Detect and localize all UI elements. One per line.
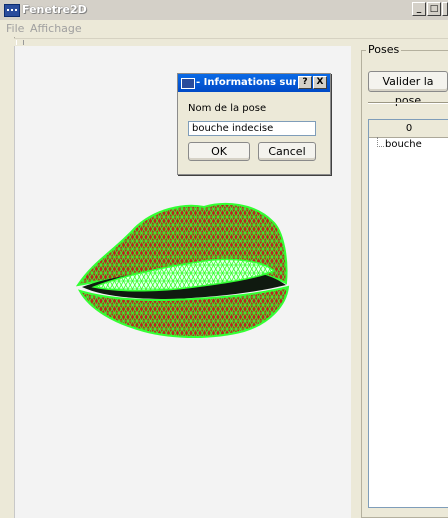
app-icon[interactable] [4, 4, 20, 17]
panel-splitter[interactable] [351, 46, 361, 518]
dialog-close-button[interactable]: X [313, 76, 327, 89]
pose-name-label: Nom de la pose [188, 103, 267, 114]
menu-file[interactable]: File [6, 22, 24, 35]
validate-pose-button[interactable]: Valider la pose [368, 71, 448, 107]
dialog-titlebar[interactable]: - Informations sur l... ? X [178, 74, 330, 92]
poses-legend: Poses [366, 43, 402, 56]
help-button[interactable]: ? [298, 76, 312, 89]
tree-item-bouche[interactable]: bouche [385, 139, 422, 150]
minimize-button[interactable]: _ [412, 2, 426, 16]
maximize-button[interactable]: □ [427, 2, 441, 16]
left-dock-strip [0, 37, 15, 518]
window-titlebar[interactable]: Fenetre2D _ □ [0, 0, 448, 21]
tree-branch-line [377, 137, 384, 147]
ok-button[interactable]: OK [188, 142, 250, 161]
pose-info-dialog: - Informations sur l... ? X Nom de la po… [177, 73, 331, 175]
poses-tree[interactable]: 0 bouche [368, 119, 448, 508]
window-title: Fenetre2D [22, 3, 87, 16]
cancel-button[interactable]: Cancel [258, 142, 316, 161]
close-button[interactable] [442, 2, 448, 16]
grip-icon[interactable] [16, 40, 24, 45]
dialog-title: - Informations sur l... [196, 77, 296, 88]
menu-affichage[interactable]: Affichage [30, 22, 82, 35]
separator [368, 102, 448, 104]
window-controls: _ □ [412, 2, 448, 16]
tree-column-header[interactable]: 0 [369, 120, 448, 138]
menubar: File Affichage [0, 20, 448, 37]
pose-name-input[interactable]: bouche indecise [188, 121, 316, 136]
dialog-app-icon [181, 78, 195, 89]
mouth-mesh-image[interactable] [74, 201, 296, 341]
